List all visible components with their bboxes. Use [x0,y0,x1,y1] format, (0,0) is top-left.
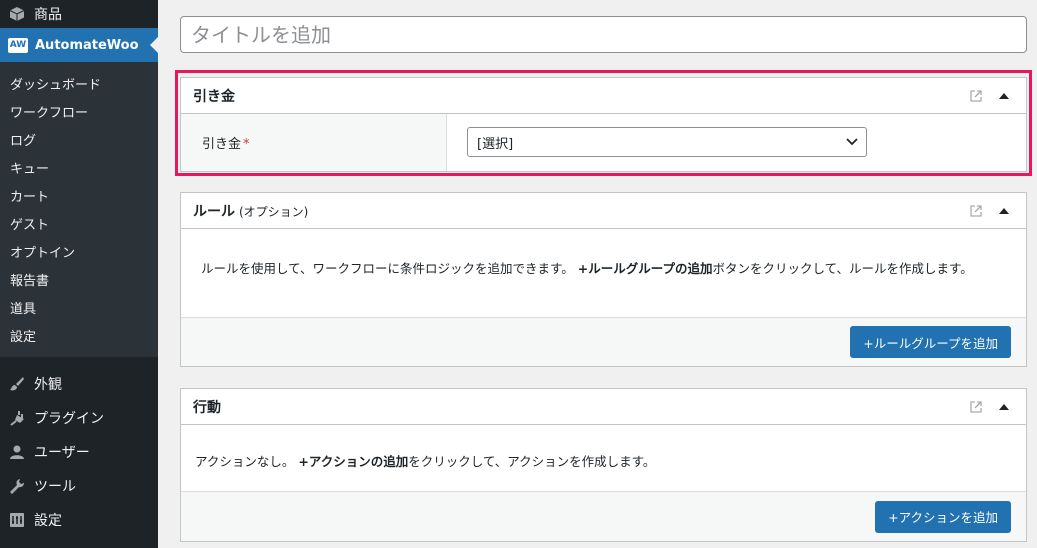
menu-products[interactable]: 商品 [0,0,158,28]
actions-box-title: 行動 [193,399,221,416]
submenu-reports[interactable]: 報告書 [0,265,158,293]
menu-users[interactable]: ユーザー [0,435,158,469]
actions-box: 行動 アクションなし。 +アクションの追加をクリックして、アクションを作成します… [180,388,1027,542]
menu-automatewoo[interactable]: AW AutomateWoo [0,28,158,62]
menu-users-label: ユーザー [34,445,90,461]
menu-tools-label: ツール [34,479,76,495]
rules-desc-pre: ルールを使用して、ワークフローに条件ロジックを追加できます。 [201,261,578,276]
rules-desc-post: ボタンをクリックして、ルールを作成します。 [712,261,973,276]
submenu-logs[interactable]: ログ [0,125,158,153]
external-link-icon[interactable] [966,397,986,417]
trigger-box-header: 引き金 [181,78,1026,114]
trigger-box: 引き金 引き金 * [選択] [180,77,1027,172]
menu-plugins-label: プラグイン [34,411,104,427]
menu-products-label: 商品 [34,7,62,23]
user-icon [8,443,26,461]
add-rule-group-button[interactable]: +ルールグループを追加 [850,326,1011,358]
title-input[interactable] [180,16,1027,53]
add-action-button[interactable]: +アクションを追加 [875,500,1011,533]
menu-appearance[interactable]: 外観 [0,367,158,401]
submenu-optins[interactable]: オプトイン [0,237,158,265]
rules-description: ルールを使用して、ワークフローに条件ロジックを追加できます。 +ルールグループの… [181,229,1026,317]
wrench-icon [8,477,26,495]
rules-box-title-wrap: ルール (オプション) [193,201,958,221]
rules-box-header: ルール (オプション) [181,193,1026,229]
box-icon [8,5,26,23]
submenu-carts[interactable]: カート [0,181,158,209]
menu-settings-label: 設定 [34,513,62,529]
actions-desc-bold: +アクションの追加 [298,454,409,469]
submenu-queue[interactable]: キュー [0,153,158,181]
submenu-settings[interactable]: 設定 [0,321,158,349]
trigger-field-label-text: 引き金 [202,137,242,152]
menu-plugins[interactable]: プラグイン [0,401,158,435]
trigger-box-title: 引き金 [193,88,235,105]
automatewoo-icon: AW [8,37,28,53]
menu-settings[interactable]: 設定 [0,503,158,537]
trigger-field-row: 引き金 * [選択] [181,114,1026,171]
rules-box-footer: +ルールグループを追加 [181,317,1026,366]
actions-description: アクションなし。 +アクションの追加をクリックして、アクションを作成します。 [181,425,1026,491]
trigger-field-label: 引き金 * [181,114,447,171]
plugin-icon [8,409,26,427]
actions-box-header: 行動 [181,389,1026,425]
external-link-icon[interactable] [966,201,986,221]
actions-desc-post: をクリックして、アクションを作成します。 [408,454,656,469]
settings-icon [8,511,26,529]
chevron-down-icon [846,135,858,150]
submenu-guests[interactable]: ゲスト [0,209,158,237]
collapse-toggle-icon[interactable] [994,201,1014,221]
submenu-workflows[interactable]: ワークフロー [0,97,158,125]
rules-box-subtitle: (オプション) [239,204,309,219]
actions-desc-pre: アクションなし。 [195,454,299,469]
external-link-icon[interactable] [966,86,986,106]
rules-box: ルール (オプション) ルールを使用して、ワークフローに条件ロジックを追加できます… [180,192,1027,367]
actions-box-footer: +アクションを追加 [181,491,1026,541]
submenu-tools[interactable]: 道具 [0,293,158,321]
required-mark: * [243,137,250,152]
collapse-toggle-icon[interactable] [994,397,1014,417]
menu-automatewoo-label: AutomateWoo [35,37,139,53]
menu-appearance-label: 外観 [34,377,62,393]
trigger-field-cell: [選択] [447,114,1026,171]
admin-sidebar: 商品 AW AutomateWoo ダッシュボード ワークフロー ログ キュー … [0,0,158,548]
menu-tools[interactable]: ツール [0,469,158,503]
rules-desc-bold: +ルールグループの追加 [577,261,713,276]
submenu-dashboard[interactable]: ダッシュボード [0,69,158,97]
automatewoo-submenu: ダッシュボード ワークフロー ログ キュー カート ゲスト オプトイン 報告書 … [0,62,158,357]
collapse-toggle-icon[interactable] [994,86,1014,106]
trigger-select[interactable]: [選択] [467,127,867,157]
rules-box-title: ルール [193,203,235,220]
brush-icon [8,375,26,393]
sidebar-lower-menu: 外観 プラグイン ユーザー ツール 設定 [0,357,158,537]
trigger-select-value: [選択] [477,136,514,152]
